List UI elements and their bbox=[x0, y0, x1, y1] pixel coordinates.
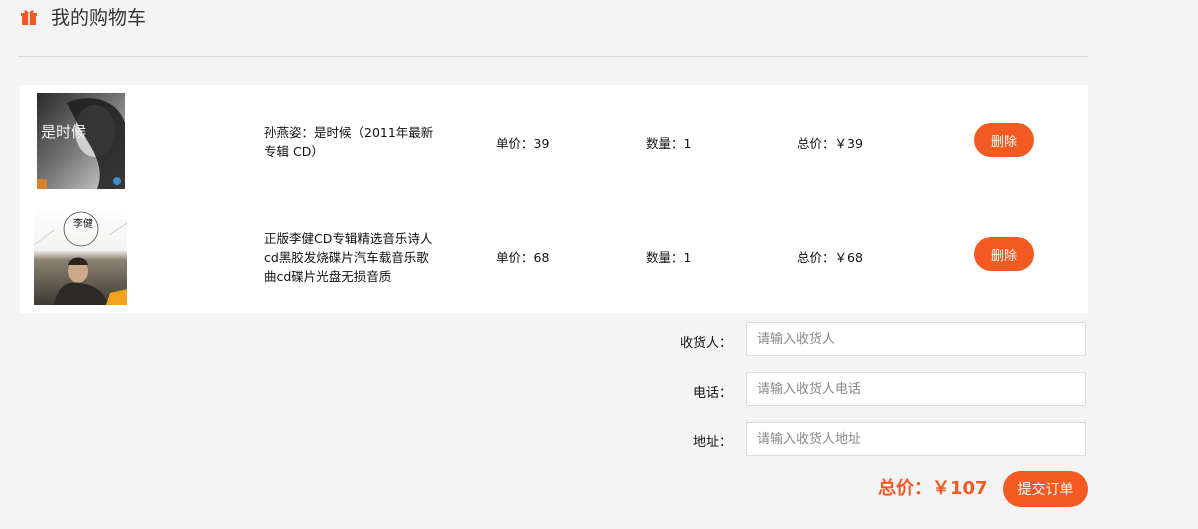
album-cover-image: 李健 bbox=[34, 205, 127, 305]
unit-price: 单价：39 bbox=[496, 136, 550, 151]
address-label: 地址： bbox=[692, 435, 732, 450]
album-cover-image: 是时候 bbox=[37, 93, 125, 189]
phone-input[interactable] bbox=[746, 372, 1086, 406]
cover-text: 李健 bbox=[73, 217, 93, 230]
page-title: 我的购物车 bbox=[51, 7, 147, 29]
product-name: 正版李健CD专辑精选音乐诗人cd黑胶发烧碟片汽车载音乐歌曲cd碟片光盘无损音质 bbox=[264, 231, 433, 284]
receiver-input[interactable] bbox=[746, 322, 1086, 356]
submit-order-button[interactable]: 提交订单 bbox=[1003, 471, 1088, 507]
gift-icon bbox=[21, 10, 37, 25]
order-total: 总价：￥107 bbox=[878, 478, 988, 499]
item-subtotal: 总价：￥68 bbox=[797, 250, 863, 265]
cart-item: 李健 正版李健CD专辑精选音乐诗人cd黑胶发烧碟片汽车载音乐歌曲cd碟片光盘无损… bbox=[20, 199, 1088, 313]
cart-item: 是时候 孙燕姿：是时候（2011年最新专辑 CD） 单价：39 数量：1 总价：… bbox=[20, 85, 1088, 199]
cart-list: 是时候 孙燕姿：是时候（2011年最新专辑 CD） 单价：39 数量：1 总价：… bbox=[20, 85, 1088, 313]
product-name: 孙燕姿：是时候（2011年最新专辑 CD） bbox=[264, 125, 434, 159]
delete-button[interactable]: 删除 bbox=[974, 123, 1034, 157]
address-input[interactable] bbox=[746, 422, 1086, 456]
item-subtotal: 总价：￥39 bbox=[797, 136, 863, 151]
phone-label: 电话： bbox=[692, 386, 732, 401]
unit-price: 单价：68 bbox=[496, 250, 550, 265]
page-header: 我的购物车 bbox=[18, 0, 1088, 57]
quantity: 数量：1 bbox=[646, 136, 692, 151]
quantity: 数量：1 bbox=[646, 250, 692, 265]
receiver-label: 收货人： bbox=[679, 336, 732, 351]
cover-text: 是时候 bbox=[41, 123, 86, 141]
delete-button[interactable]: 删除 bbox=[974, 237, 1034, 271]
